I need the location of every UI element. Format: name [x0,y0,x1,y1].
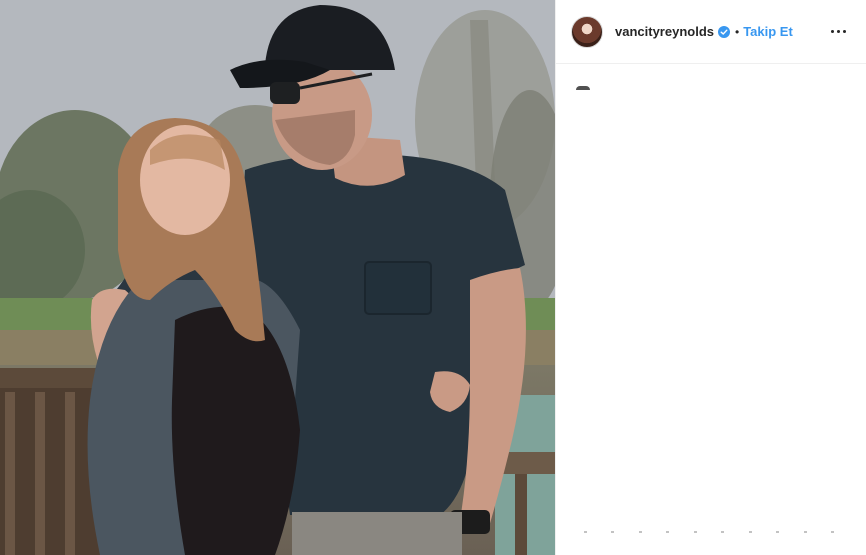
post-photo-illustration [0,0,555,555]
more-options-icon[interactable] [826,20,850,44]
verified-badge-icon [718,25,730,38]
post-side-panel: vancityreynolds • Takip Et [555,0,866,555]
comment-avatar-placeholder [576,86,590,90]
post-header: vancityreynolds • Takip Et [556,0,866,64]
username-link[interactable]: vancityreynolds [615,24,714,39]
profile-avatar[interactable] [571,15,603,48]
action-bar-placeholder [584,531,834,537]
separator-dot: • [735,24,740,39]
post-photo[interactable] [0,0,555,555]
follow-button[interactable]: Takip Et [743,24,793,39]
